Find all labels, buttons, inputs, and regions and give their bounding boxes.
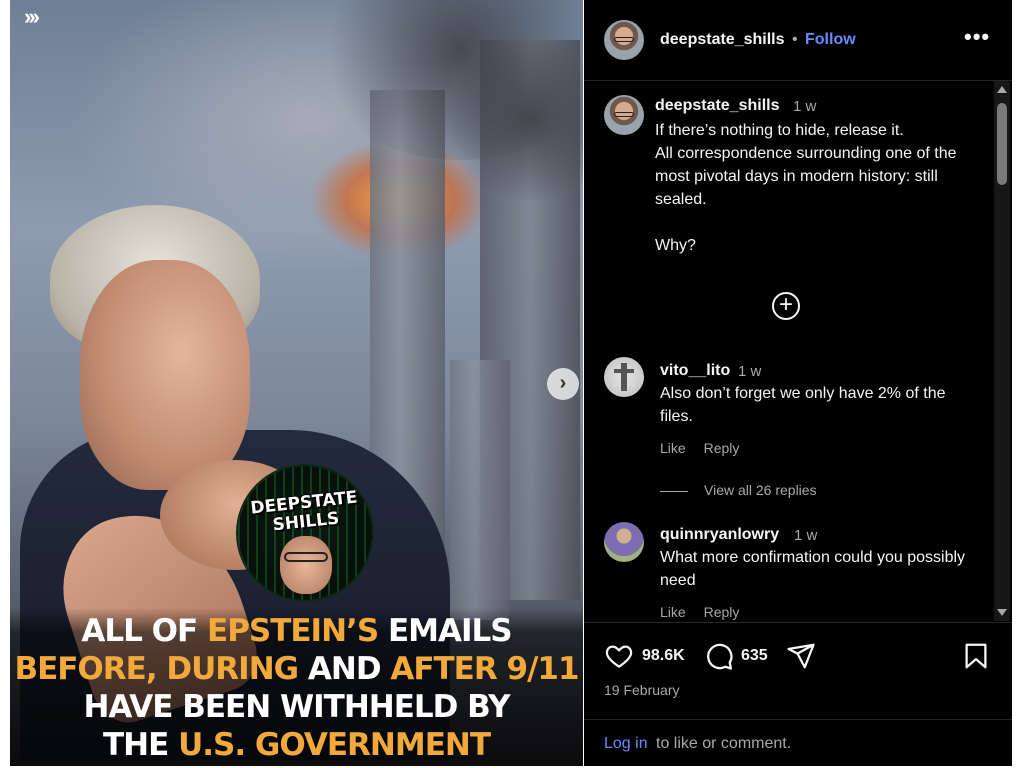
headline-highlight: BEFORE, DURING (14, 651, 299, 687)
headline-text: ALL OF EPSTEIN’S EMAILS BEFORE, DURING A… (10, 608, 583, 766)
comment-actions: Like Reply (660, 604, 753, 620)
login-prompt-text: to like or comment. (656, 735, 792, 752)
comments-list[interactable]: deepstate_shills 1 w If there’s nothing … (584, 81, 1012, 621)
avatar-figure (621, 363, 627, 391)
post-date: 19 February (604, 682, 680, 698)
scrollbar-thumb[interactable] (997, 103, 1007, 185)
comment-actions: Like Reply (660, 440, 753, 456)
comment-username[interactable]: quinnryanlowry (660, 526, 779, 544)
comment-username[interactable]: vito__lito (660, 362, 730, 380)
post-side-panel: deepstate_shills • Follow ••• deepstate_… (584, 0, 1012, 766)
next-slide-button[interactable]: › (547, 368, 579, 400)
comment-icon[interactable] (704, 641, 734, 671)
comment-text: What more confirmation could you possibl… (660, 549, 966, 589)
caption-author-avatar[interactable] (604, 95, 644, 135)
login-prompt: Log in to like or comment. (584, 719, 1012, 768)
view-replies-button[interactable]: View all 26 replies (660, 482, 817, 498)
share-icon[interactable] (786, 641, 816, 671)
instagram-post-window: DEEPSTATE SHILLS ››› › ALL OF EPSTEIN’S … (0, 0, 1024, 766)
headline-line-1: ALL OF EPSTEIN’S EMAILS (10, 612, 583, 650)
comment-reply-button[interactable]: Reply (704, 604, 740, 620)
carousel-indicator-icon: ››› (24, 4, 40, 29)
window-right-edge (1012, 0, 1024, 766)
headline-highlight: EPSTEIN’S (207, 613, 379, 649)
caption-username[interactable]: deepstate_shills (655, 97, 780, 115)
commenter-avatar[interactable] (604, 522, 644, 562)
more-options-icon[interactable]: ••• (964, 24, 990, 50)
window-left-edge (0, 0, 10, 766)
logo-glasses (284, 552, 328, 562)
caption-timestamp: 1 w (793, 98, 817, 115)
comment-reply-button[interactable]: Reply (704, 440, 740, 456)
view-replies-label: View all 26 replies (704, 482, 817, 498)
caption-text: If there’s nothing to hide, release it. … (655, 122, 957, 254)
load-more-comments-icon[interactable]: + (772, 292, 800, 320)
headline-line-2: BEFORE, DURING AND AFTER 9/11 (10, 650, 583, 688)
follow-button[interactable]: Follow (805, 31, 856, 49)
headline-highlight: U.S. GOVERNMENT (178, 727, 491, 763)
comments-scrollbar[interactable] (994, 81, 1010, 621)
comment-like-button[interactable]: Like (660, 604, 686, 620)
comment-timestamp: 1 w (738, 363, 762, 380)
bookmark-icon[interactable] (961, 641, 991, 671)
avatar-figure (614, 369, 634, 373)
logo-face (280, 536, 332, 594)
headline-fragment: ALL OF (81, 613, 208, 649)
comment-like-button[interactable]: Like (660, 440, 686, 456)
scroll-up-arrow-icon[interactable] (997, 86, 1007, 93)
headline-fragment: EMAILS (378, 613, 513, 649)
comment-text: Also don’t forget we only have 2% of the… (660, 385, 946, 425)
headline-line-3: HAVE BEEN WITHHELD BY (83, 689, 510, 725)
comment-timestamp: 1 w (794, 527, 818, 544)
background-building (450, 360, 510, 620)
person-face (80, 260, 250, 490)
login-link[interactable]: Log in (604, 735, 648, 753)
headline-fragment: AND (298, 651, 391, 687)
deepstate-shills-logo: DEEPSTATE SHILLS (238, 466, 372, 600)
headline-fragment: THE (103, 727, 179, 763)
portrait-person (10, 100, 450, 760)
commenter-avatar[interactable] (604, 357, 644, 397)
separator-dot: • (792, 31, 798, 48)
post-actions-bar: 98.6K 635 19 February Log in to like or … (584, 622, 1012, 767)
replies-divider-line (660, 490, 688, 492)
like-count[interactable]: 98.6K (642, 647, 685, 665)
author-username[interactable]: deepstate_shills (660, 31, 785, 49)
comment-count[interactable]: 635 (741, 647, 768, 665)
scroll-down-arrow-icon[interactable] (997, 609, 1007, 616)
author-avatar[interactable] (604, 20, 644, 60)
heart-icon[interactable] (604, 641, 634, 671)
post-media[interactable]: DEEPSTATE SHILLS ››› › ALL OF EPSTEIN’S … (10, 0, 583, 766)
post-header: deepstate_shills • Follow ••• (584, 0, 1012, 81)
headline-highlight: AFTER 9/11 (390, 651, 579, 687)
headline-line-4: THE U.S. GOVERNMENT (10, 726, 583, 764)
